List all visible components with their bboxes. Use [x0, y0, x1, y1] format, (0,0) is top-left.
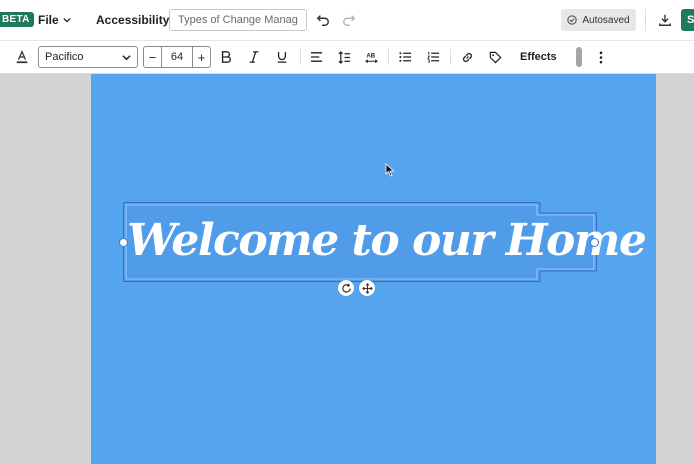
letter-spacing-button[interactable]: AB	[363, 49, 379, 65]
text-color-icon	[16, 50, 28, 64]
tag-button[interactable]	[487, 49, 503, 65]
move-button[interactable]	[359, 280, 375, 296]
canvas-area: Welcome to our Home	[0, 74, 694, 464]
resize-handle-left[interactable]	[119, 238, 128, 247]
svg-text:AB: AB	[366, 53, 375, 59]
font-size-decrease-button[interactable]: −	[144, 47, 161, 67]
toolbar-scroll-handle[interactable]	[576, 47, 582, 67]
more-options-button[interactable]	[593, 49, 609, 65]
top-bar: BETA File Accessibility Autosaved S	[0, 0, 694, 41]
bulleted-list-button[interactable]	[397, 49, 413, 65]
align-button[interactable]	[308, 49, 324, 65]
rotate-icon	[341, 282, 351, 293]
chevron-down-icon	[122, 54, 131, 60]
line-spacing-button[interactable]	[336, 49, 352, 65]
redo-button[interactable]	[340, 11, 358, 29]
tag-icon	[489, 51, 501, 63]
beta-badge: BETA	[0, 12, 34, 27]
accessibility-button[interactable]: Accessibility	[96, 13, 169, 27]
underline-icon	[277, 51, 287, 63]
redo-icon	[343, 15, 356, 26]
file-menu-label: File	[38, 13, 59, 27]
format-toolbar: Pacifico − 64 + AB Effects	[0, 41, 694, 74]
download-icon	[659, 14, 671, 26]
italic-icon	[249, 51, 259, 63]
autosaved-status: Autosaved	[561, 9, 636, 31]
letter-spacing-icon: AB	[364, 53, 378, 63]
line-spacing-icon	[338, 50, 350, 64]
check-circle-icon	[567, 15, 578, 25]
rotate-button[interactable]	[338, 280, 354, 296]
topbar-divider	[645, 9, 646, 31]
numbered-list-button[interactable]	[425, 49, 441, 65]
italic-button[interactable]	[246, 49, 262, 65]
toolbar-separator	[300, 49, 301, 65]
toolbar-separator	[450, 49, 451, 65]
undo-button[interactable]	[314, 11, 332, 29]
toolbar-separator	[388, 49, 389, 65]
mouse-cursor-icon	[385, 163, 395, 177]
chevron-down-icon	[63, 17, 71, 23]
bulleted-list-icon	[398, 52, 411, 62]
align-left-icon	[310, 52, 322, 62]
headline-text[interactable]: Welcome to our Home	[127, 210, 647, 272]
numbered-list-icon	[426, 51, 439, 63]
more-vertical-icon	[599, 51, 603, 63]
link-button[interactable]	[459, 49, 475, 65]
bold-button[interactable]	[218, 49, 234, 65]
resize-handle-right[interactable]	[590, 238, 599, 247]
download-button[interactable]	[656, 11, 674, 29]
design-page[interactable]: Welcome to our Home	[91, 74, 656, 464]
bold-icon	[221, 51, 231, 63]
font-size-stepper: − 64 +	[143, 46, 211, 68]
headline-text-box[interactable]: Welcome to our Home	[119, 202, 647, 282]
font-size-increase-button[interactable]: +	[193, 47, 210, 67]
font-size-value[interactable]: 64	[161, 47, 193, 67]
effects-button[interactable]: Effects	[520, 49, 557, 65]
text-color-button[interactable]	[14, 49, 30, 65]
share-button[interactable]: S	[681, 9, 694, 31]
link-icon	[462, 52, 472, 62]
font-family-select[interactable]: Pacifico	[38, 46, 138, 68]
document-title-input[interactable]	[169, 9, 307, 31]
file-menu[interactable]: File	[38, 11, 71, 29]
underline-button[interactable]	[274, 49, 290, 65]
move-icon	[361, 282, 373, 294]
undo-icon	[316, 15, 329, 26]
autosaved-label: Autosaved	[582, 14, 630, 26]
font-family-value: Pacifico	[45, 51, 84, 63]
